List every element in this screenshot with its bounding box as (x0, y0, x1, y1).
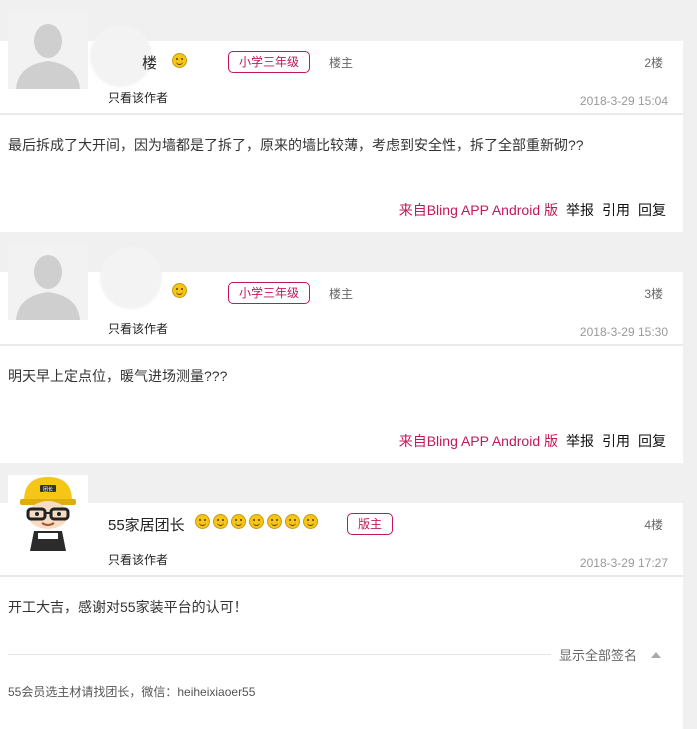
post-body: 最后拆成了大开间，因为墙都是了拆了，原来的墙比较薄，考虑到安全性，拆了全部重新砌… (0, 115, 683, 232)
source-link[interactable]: 来自Bling APP Android 版 (399, 200, 558, 220)
op-label: 楼主 (329, 287, 354, 301)
post-content: 最后拆成了大开间，因为墙都是了拆了，原来的墙比较薄，考虑到安全性，拆了全部重新砌… (8, 137, 584, 153)
avatar-pointer (28, 99, 56, 112)
floor-number[interactable]: 4楼 (644, 516, 663, 533)
smiley-icon (213, 514, 228, 529)
post-actions: 来自Bling APP Android 版 举报 引用 回复 (399, 431, 666, 451)
report-button[interactable]: 举报 (566, 200, 594, 220)
smiley-icon (195, 514, 210, 529)
username[interactable]: 楼 (142, 52, 157, 73)
smiley-icon (285, 514, 300, 529)
avatar[interactable] (8, 244, 88, 320)
only-author-link[interactable]: 只看该作者 (108, 551, 168, 568)
op-label: 楼主 (329, 56, 354, 70)
avatar-pointer (28, 330, 56, 343)
smiley-icon (249, 514, 264, 529)
post-body: 明天早上定点位，暖气进场测量??? 来自Bling APP Android 版 … (0, 346, 683, 463)
smiley-icon (303, 514, 318, 529)
avatar[interactable]: 团长 (8, 475, 88, 551)
smiley-icon (267, 514, 282, 529)
avatar-pointer (28, 561, 56, 574)
helmet-label: 团长 (43, 486, 53, 493)
smiley-icon (231, 514, 246, 529)
post-actions: 来自Bling APP Android 版 举报 引用 回复 (399, 200, 666, 220)
post-content: 开工大吉，感谢对55家装平台的认可！ (8, 599, 248, 615)
expand-arrow-icon (651, 651, 661, 658)
source-link[interactable]: 来自Bling APP Android 版 (399, 431, 558, 451)
signature-divider (8, 654, 551, 655)
post-header: 楼 小学三年级 楼主 2楼 只看该作者 2018-3-29 15:04 (0, 13, 683, 113)
smiley-icon (172, 53, 187, 68)
post-timestamp: 2018-3-29 15:04 (579, 94, 668, 108)
floor-number[interactable]: 2楼 (644, 54, 663, 71)
only-author-link[interactable]: 只看该作者 (108, 89, 168, 106)
only-author-link[interactable]: 只看该作者 (108, 320, 168, 337)
post-timestamp: 2018-3-29 17:27 (579, 556, 668, 570)
avatar-blur (100, 247, 162, 309)
reputation-icons (195, 514, 318, 529)
level-badge: 小学三年级 (228, 282, 311, 304)
quote-button[interactable]: 引用 (602, 431, 630, 451)
reply-button[interactable]: 回复 (638, 200, 666, 220)
post-body: 开工大吉，感谢对55家装平台的认可！ 显示全部签名 55会员选主材请找团长，微信… (0, 577, 683, 729)
post-content: 明天早上定点位，暖气进场测量??? (8, 368, 228, 384)
moderator-badge: 版主 (347, 513, 394, 535)
floor-number[interactable]: 3楼 (644, 285, 663, 302)
show-signature-toggle[interactable]: 显示全部签名 (559, 645, 661, 664)
smiley-icon (172, 283, 187, 298)
report-button[interactable]: 举报 (566, 431, 594, 451)
quote-button[interactable]: 引用 (602, 200, 630, 220)
default-avatar-icon (8, 244, 88, 320)
default-avatar-icon (8, 13, 88, 89)
post-header: 团长 55家居团长 版主 4楼 只看该作者 2018-3-29 17:27 (0, 475, 683, 575)
post-timestamp: 2018-3-29 15:30 (579, 325, 668, 339)
user-signature: 55会员选主材请找团长，微信：heiheixiaoer55 (8, 685, 256, 699)
helmet-mascot-avatar-icon: 团长 (8, 475, 88, 551)
level-badge: 小学三年级 (228, 51, 311, 73)
post-header: 小学三年级 楼主 3楼 只看该作者 2018-3-29 15:30 (0, 244, 683, 344)
show-signature-label: 显示全部签名 (558, 648, 637, 663)
username[interactable]: 55家居团长 (108, 514, 185, 535)
reply-button[interactable]: 回复 (638, 431, 666, 451)
avatar[interactable] (8, 13, 88, 89)
